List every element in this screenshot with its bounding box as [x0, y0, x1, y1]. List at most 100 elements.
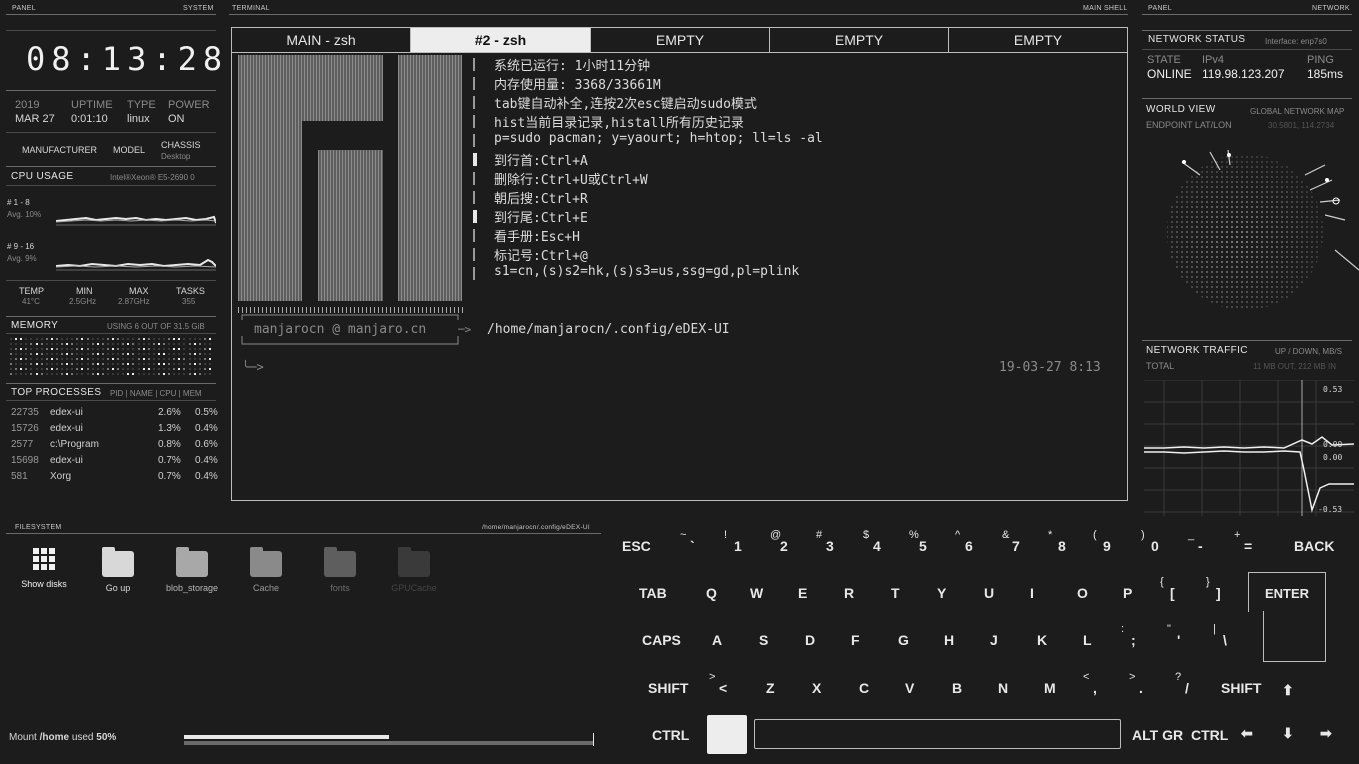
key-row1-10[interactable]: 9(: [1093, 529, 1111, 554]
tab-empty-3[interactable]: EMPTY: [591, 28, 770, 53]
key-row1-3[interactable]: 2 @: [770, 529, 788, 554]
key-label: E: [798, 585, 808, 601]
key-v[interactable]: V: [905, 680, 914, 696]
globe-map[interactable]: [1160, 140, 1359, 335]
key-shift-right[interactable]: SHIFT: [1221, 680, 1261, 696]
key-shift-label: >: [709, 671, 716, 683]
key-backslash[interactable]: \ |: [1213, 623, 1227, 648]
divider: [6, 280, 216, 281]
network-traffic-title: NETWORK TRAFFIC: [1146, 345, 1248, 356]
key-t[interactable]: T: [891, 585, 900, 601]
key-u[interactable]: U: [984, 585, 994, 601]
key-p[interactable]: P: [1123, 585, 1132, 601]
key-j[interactable]: J: [990, 632, 998, 648]
tab-empty-4[interactable]: EMPTY: [770, 28, 949, 53]
world-view-subtitle: GLOBAL NETWORK MAP: [1250, 107, 1345, 116]
key-less-than[interactable]: < >: [709, 671, 727, 696]
arrow-up-icon[interactable]: ⬆: [1282, 682, 1294, 699]
enter-key[interactable]: ENTER: [1248, 572, 1326, 612]
key-z[interactable]: Z: [766, 680, 775, 696]
key-m[interactable]: M: [1044, 680, 1056, 696]
tab-empty-5[interactable]: EMPTY: [949, 28, 1127, 53]
fn-key[interactable]: [707, 715, 747, 754]
key-shift-label: #: [816, 529, 823, 541]
key-tab[interactable]: TAB: [639, 585, 667, 601]
key-row1-9[interactable]: 8 *: [1048, 529, 1066, 554]
key-w[interactable]: W: [750, 585, 763, 601]
tab-main-zsh[interactable]: MAIN - zsh: [232, 28, 411, 53]
key-c[interactable]: C: [859, 680, 869, 696]
key-label: G: [898, 632, 909, 648]
key-r[interactable]: R: [844, 585, 854, 601]
key-label: ;: [1131, 632, 1136, 648]
key-n[interactable]: N: [998, 680, 1008, 696]
arrow-right-icon[interactable]: ➡: [1320, 725, 1332, 742]
line-marker: [473, 77, 475, 90]
key-l[interactable]: L: [1083, 632, 1092, 648]
arrow-down-icon[interactable]: ⬇: [1282, 725, 1294, 742]
prompt-arrow-top: ─>: [458, 323, 472, 336]
key-backspace[interactable]: BACK: [1294, 538, 1334, 554]
key-label: A: [712, 632, 723, 648]
key-s[interactable]: S: [759, 632, 768, 648]
key-semicolon[interactable]: ;:: [1121, 623, 1136, 648]
key-row1-1[interactable]: ` ~: [680, 529, 695, 554]
arrow-left-icon[interactable]: ⬅: [1241, 725, 1253, 742]
key-period[interactable]: . >: [1129, 671, 1143, 696]
key-label: CTRL: [652, 727, 690, 743]
key-row1-6[interactable]: 5%: [909, 529, 927, 554]
show-disks-button[interactable]: Show disks: [9, 548, 79, 589]
key-o[interactable]: O: [1077, 585, 1088, 601]
key-row1-11[interactable]: 0): [1141, 529, 1159, 554]
key-shift-left[interactable]: SHIFT: [648, 680, 688, 696]
key-b[interactable]: B: [952, 680, 962, 696]
key-i[interactable]: I: [1030, 585, 1034, 601]
key-comma[interactable]: , <: [1083, 671, 1097, 696]
tab-2-zsh[interactable]: #2 - zsh: [411, 28, 591, 53]
key-bracket-right[interactable]: ]}: [1206, 576, 1221, 601]
key-row1-2[interactable]: 1!: [724, 529, 742, 554]
key-g[interactable]: G: [898, 632, 909, 648]
disk-usage-fill: [184, 735, 389, 739]
key-row1-4[interactable]: 3 #: [816, 529, 834, 554]
key-e[interactable]: E: [798, 585, 807, 601]
key-ctrl-right[interactable]: CTRL: [1191, 727, 1228, 743]
go-up-button[interactable]: Go up: [83, 547, 153, 593]
space-bar[interactable]: [754, 719, 1121, 749]
key-esc[interactable]: ESC: [622, 538, 651, 554]
folder-blob-storage[interactable]: blob_storage: [157, 547, 227, 593]
folder-gpucache[interactable]: GPUCache: [379, 547, 449, 593]
terminal-window[interactable]: MAIN - zsh #2 - zsh EMPTY EMPTY EMPTY 系统…: [231, 27, 1128, 501]
model-label: MODEL: [113, 145, 146, 155]
key-bracket-left[interactable]: [{: [1160, 576, 1175, 601]
key-row1-7[interactable]: 6 ^: [955, 529, 973, 554]
key-x[interactable]: X: [812, 680, 821, 696]
key-shift-label: _: [1188, 529, 1195, 541]
enter-key-lower[interactable]: [1263, 611, 1326, 662]
key-ctrl-left[interactable]: CTRL: [652, 727, 689, 743]
process-row: 22735 edex-ui 2.6% 0.5%: [11, 407, 221, 423]
endpoint-value: 30.5801, 114.2734: [1268, 121, 1335, 130]
key-label: =: [1244, 538, 1253, 554]
key-alt-gr[interactable]: ALT GR: [1132, 727, 1183, 743]
key-caps[interactable]: CAPS: [642, 632, 681, 648]
key-d[interactable]: D: [805, 632, 815, 648]
key-row1-13[interactable]: = +: [1234, 529, 1253, 554]
key-y[interactable]: Y: [937, 585, 946, 601]
key-quote[interactable]: ' ": [1167, 623, 1180, 648]
key-row1-8[interactable]: 7 &: [1002, 529, 1020, 554]
key-f[interactable]: F: [851, 632, 860, 648]
key-k[interactable]: K: [1037, 632, 1047, 648]
key-row1-5[interactable]: 4 $: [863, 529, 881, 554]
key-row1-12[interactable]: - _: [1188, 529, 1203, 554]
key-q[interactable]: Q: [706, 585, 717, 601]
process-cpu: 1.3%: [158, 423, 181, 434]
line-marker: [473, 191, 475, 204]
key-slash[interactable]: /?: [1175, 671, 1189, 696]
line-marker: [473, 267, 475, 280]
key-a[interactable]: A: [712, 632, 722, 648]
folder-cache[interactable]: Cache: [231, 547, 301, 593]
disk-usage-track: [184, 741, 594, 745]
key-h[interactable]: H: [944, 632, 954, 648]
folder-fonts[interactable]: fonts: [305, 547, 375, 593]
